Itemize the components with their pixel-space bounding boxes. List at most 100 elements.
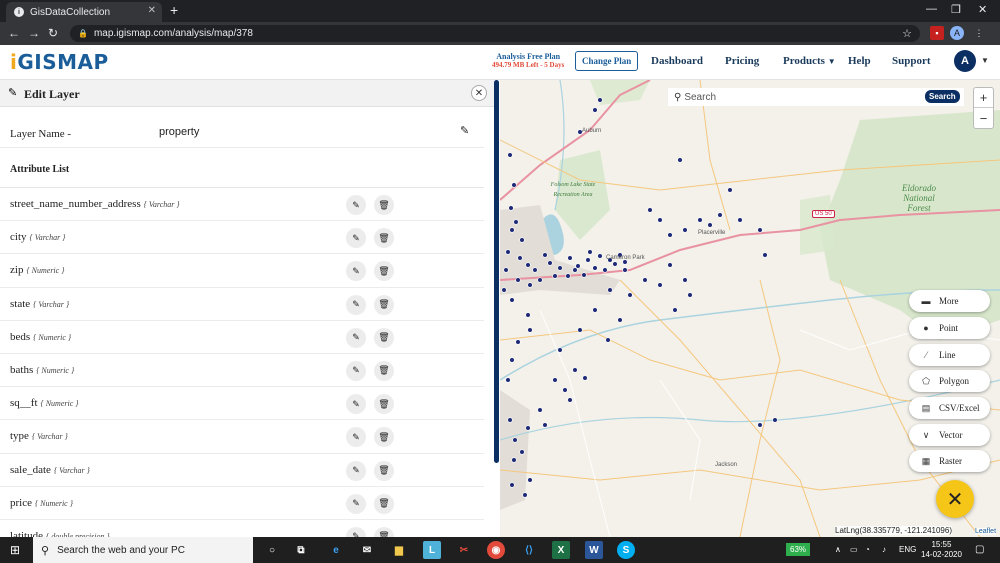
leaflet-attribution[interactable]: Leaflet — [975, 528, 997, 535]
property-marker[interactable] — [519, 237, 525, 243]
property-marker[interactable] — [515, 277, 521, 283]
menu-help[interactable]: Help — [848, 55, 871, 67]
property-marker[interactable] — [707, 222, 713, 228]
edit-layer-name-icon[interactable]: ✎ — [460, 124, 469, 137]
property-marker[interactable] — [511, 457, 517, 463]
property-marker[interactable] — [507, 152, 513, 158]
file-explorer-icon[interactable]: ▆ — [390, 541, 408, 559]
volume-icon[interactable]: ♪ — [882, 545, 886, 554]
edit-attribute-button[interactable]: ✎ — [346, 460, 366, 481]
browser-menu-icon[interactable]: ⋮ — [972, 26, 986, 40]
property-marker[interactable] — [612, 261, 618, 267]
snipping-tool-icon[interactable]: ✂ — [455, 541, 473, 559]
property-marker[interactable] — [542, 422, 548, 428]
zoom-out-button[interactable]: − — [974, 108, 993, 128]
property-marker[interactable] — [532, 267, 538, 273]
property-marker[interactable] — [522, 492, 528, 498]
property-marker[interactable] — [682, 227, 688, 233]
property-marker[interactable] — [552, 273, 558, 279]
property-marker[interactable] — [507, 417, 513, 423]
edit-attribute-button[interactable]: ✎ — [346, 394, 366, 415]
property-marker[interactable] — [592, 265, 598, 271]
property-marker[interactable] — [503, 267, 509, 273]
edit-attribute-button[interactable]: ✎ — [346, 427, 366, 448]
property-marker[interactable] — [572, 367, 578, 373]
property-marker[interactable] — [509, 357, 515, 363]
property-marker[interactable] — [592, 307, 598, 313]
edit-attribute-button[interactable]: ✎ — [346, 493, 366, 514]
property-marker[interactable] — [567, 255, 573, 261]
property-marker[interactable] — [537, 277, 543, 283]
profile-avatar[interactable]: A — [950, 26, 964, 40]
property-marker[interactable] — [607, 287, 613, 293]
mail-icon[interactable]: ✉ — [358, 541, 376, 559]
tray-chevron-icon[interactable]: ∧ — [835, 545, 841, 554]
browser-tab[interactable]: i GisDataCollection ✕ — [6, 2, 162, 22]
property-marker[interactable] — [567, 397, 573, 403]
tool-vector-button[interactable]: ∨ Vector — [909, 424, 990, 446]
app-l-icon[interactable]: L — [423, 541, 441, 559]
delete-attribute-button[interactable]: 🗑 — [374, 195, 394, 215]
property-marker[interactable] — [562, 387, 568, 393]
property-marker[interactable] — [727, 187, 733, 193]
tool-polygon-button[interactable]: ⬠ Polygon — [909, 370, 990, 392]
back-icon[interactable]: ← — [8, 26, 20, 40]
excel-icon[interactable]: X — [552, 541, 570, 559]
tool-point-button[interactable]: ● Point — [909, 317, 990, 339]
property-marker[interactable] — [592, 107, 598, 113]
property-marker[interactable] — [585, 257, 591, 263]
menu-pricing[interactable]: Pricing — [725, 55, 759, 67]
bookmark-star-icon[interactable]: ☆ — [902, 27, 912, 40]
property-marker[interactable] — [525, 425, 531, 431]
chrome-icon[interactable]: ◉ — [487, 541, 505, 559]
tab-close-icon[interactable]: ✕ — [148, 5, 156, 16]
forward-icon[interactable]: → — [28, 26, 40, 40]
property-marker[interactable] — [509, 297, 515, 303]
edit-attribute-button[interactable]: ✎ — [346, 228, 366, 249]
property-marker[interactable] — [512, 437, 518, 443]
property-marker[interactable] — [717, 212, 723, 218]
property-marker[interactable] — [772, 417, 778, 423]
network-icon[interactable]: ◔ — [865, 545, 870, 554]
property-marker[interactable] — [582, 375, 588, 381]
property-marker[interactable] — [509, 482, 515, 488]
delete-attribute-button[interactable]: 🗑 — [374, 427, 394, 448]
delete-attribute-button[interactable]: 🗑 — [374, 360, 394, 381]
close-tools-fab[interactable]: ✕ — [936, 480, 974, 518]
property-marker[interactable] — [542, 252, 548, 258]
windows-start-icon[interactable]: ⊞ — [10, 543, 20, 557]
property-marker[interactable] — [642, 277, 648, 283]
property-marker[interactable] — [527, 477, 533, 483]
property-marker[interactable] — [627, 292, 633, 298]
delete-attribute-button[interactable]: 🗑 — [374, 460, 394, 481]
property-marker[interactable] — [667, 262, 673, 268]
edit-attribute-button[interactable]: ✎ — [346, 261, 366, 282]
property-marker[interactable] — [617, 317, 623, 323]
property-marker[interactable] — [687, 292, 693, 298]
battery-icon[interactable]: ▭ — [850, 545, 858, 554]
property-marker[interactable] — [517, 255, 523, 261]
property-marker[interactable] — [647, 207, 653, 213]
property-marker[interactable] — [587, 249, 593, 255]
property-marker[interactable] — [677, 157, 683, 163]
property-marker[interactable] — [501, 287, 507, 293]
property-marker[interactable] — [519, 449, 525, 455]
delete-attribute-button[interactable]: 🗑 — [374, 261, 394, 282]
property-marker[interactable] — [525, 312, 531, 318]
close-panel-button[interactable]: ✕ — [471, 85, 487, 101]
property-marker[interactable] — [565, 273, 571, 279]
property-marker[interactable] — [515, 339, 521, 345]
taskbar-search-input[interactable]: ⚲ Search the web and your PC — [33, 537, 253, 563]
property-marker[interactable] — [509, 227, 515, 233]
maximize-icon[interactable]: ❐ — [951, 3, 961, 16]
property-marker[interactable] — [557, 347, 563, 353]
property-marker[interactable] — [697, 217, 703, 223]
property-marker[interactable] — [505, 377, 511, 383]
reload-icon[interactable]: ↻ — [48, 26, 58, 40]
word-icon[interactable]: W — [585, 541, 603, 559]
user-avatar[interactable]: A — [954, 50, 976, 72]
property-marker[interactable] — [577, 327, 583, 333]
url-input[interactable]: 🔒 map.igismap.com/analysis/map/378 ☆ — [70, 25, 920, 42]
property-marker[interactable] — [762, 252, 768, 258]
property-marker[interactable] — [581, 272, 587, 278]
